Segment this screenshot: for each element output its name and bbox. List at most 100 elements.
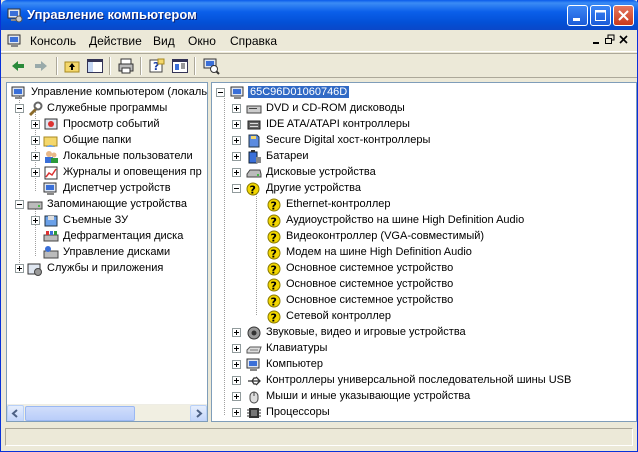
expand-icon[interactable]	[31, 120, 40, 129]
tree-item-system-tools[interactable]: Служебные программы	[9, 101, 207, 117]
shared-folder-icon	[43, 136, 58, 147]
expand-icon[interactable]	[232, 152, 241, 161]
tree-item-event-viewer[interactable]: Просмотр событий	[9, 117, 207, 133]
menu-console[interactable]: Консоль	[30, 34, 76, 48]
device-root[interactable]: 65C96D01060746D	[214, 85, 634, 101]
menu-view[interactable]: Вид	[153, 34, 175, 48]
expand-icon[interactable]	[15, 264, 24, 273]
collapse-icon[interactable]	[216, 88, 225, 97]
menu-help[interactable]: Справка	[230, 34, 277, 48]
tree-item-storage[interactable]: Запоминающие устройства	[9, 197, 207, 213]
back-icon[interactable]	[9, 57, 27, 75]
mdi-restore-icon[interactable]	[604, 34, 616, 46]
mdi-close-icon[interactable]	[618, 34, 630, 46]
expand-icon[interactable]	[31, 168, 40, 177]
tree-item-removable[interactable]: Съемные ЗУ	[9, 213, 207, 229]
expand-icon[interactable]	[232, 360, 241, 369]
device-category-mice[interactable]: Мыши и иные указывающие устройства	[214, 389, 634, 405]
expand-icon[interactable]	[31, 152, 40, 161]
device-category-batteries[interactable]: Батареи	[214, 149, 634, 165]
console-icon[interactable]	[7, 33, 23, 49]
tree-item-label: Служебные программы	[47, 102, 168, 114]
device-category-label: Secure Digital хост-контроллеры	[266, 134, 431, 146]
device-category-label: DVD и CD-ROM дисководы	[266, 102, 405, 114]
menu-action[interactable]: Действие	[89, 34, 142, 48]
tree-item-shared-folders[interactable]: Общие папки	[9, 133, 207, 149]
device-item-system-3[interactable]: ? Основное системное устройство	[214, 293, 634, 309]
show-hide-tree-icon[interactable]	[86, 57, 104, 75]
device-category-computer[interactable]: Компьютер	[214, 357, 634, 373]
tree-item-label: Локальные пользователи	[63, 150, 193, 162]
scan-hardware-icon[interactable]	[202, 57, 220, 75]
expand-icon[interactable]	[232, 136, 241, 145]
device-category-label: Клавиатуры	[266, 342, 328, 354]
expand-icon[interactable]	[31, 216, 40, 225]
device-category-sound[interactable]: Звуковые, видео и игровые устройства	[214, 325, 634, 341]
scroll-thumb[interactable]	[25, 406, 135, 421]
warning-device-icon: ?	[267, 246, 281, 261]
device-item-system-1[interactable]: ? Основное системное устройство	[214, 261, 634, 277]
device-category-label: Дисковые устройства	[266, 166, 376, 178]
scroll-left-button[interactable]	[7, 405, 24, 421]
mouse-icon	[249, 391, 259, 404]
device-category-dvd[interactable]: DVD и CD-ROM дисководы	[214, 101, 634, 117]
device-category-other[interactable]: ? Другие устройства	[214, 181, 634, 197]
device-category-disks[interactable]: Дисковые устройства	[214, 165, 634, 181]
device-category-keyboards[interactable]: Клавиатуры	[214, 341, 634, 357]
collapse-icon[interactable]	[15, 104, 24, 113]
device-item-audio-hd[interactable]: ? Аудиоустройство на шине High Definitio…	[214, 213, 634, 229]
device-item-modem[interactable]: ? Модем на шине High Definition Audio	[214, 245, 634, 261]
mdi-minimize-icon[interactable]	[591, 34, 603, 46]
device-category-usb[interactable]: Контроллеры универсальной последовательн…	[214, 373, 634, 389]
device-item-video[interactable]: ? Видеоконтроллер (VGA-совместимый)	[214, 229, 634, 245]
forward-icon[interactable]	[32, 57, 50, 75]
tree-item-defrag[interactable]: Дефрагментация диска	[9, 229, 207, 245]
collapse-icon[interactable]	[232, 184, 241, 193]
warning-device-icon: ?	[267, 310, 281, 325]
help-icon[interactable]: ?	[148, 57, 166, 75]
properties-icon[interactable]	[171, 57, 189, 75]
tree-item-root[interactable]: Управление компьютером (локаль	[9, 85, 207, 101]
expand-icon[interactable]	[31, 136, 40, 145]
tree-item-local-users[interactable]: Локальные пользователи	[9, 149, 207, 165]
maximize-button[interactable]	[590, 5, 611, 26]
svg-text:?: ?	[271, 264, 277, 277]
tree-item-disk-mgmt[interactable]: Управление дисками	[9, 245, 207, 261]
expand-icon[interactable]	[232, 392, 241, 401]
horizontal-scrollbar[interactable]	[7, 404, 207, 421]
tree-item-device-manager[interactable]: Диспетчер устройств	[9, 181, 207, 197]
device-list-pane[interactable]: 65C96D01060746D DVD и CD-ROM дисководы I…	[211, 82, 637, 422]
device-category-ide[interactable]: IDE ATA/ATAPI контроллеры	[214, 117, 634, 133]
console-tree-pane[interactable]: Управление компьютером (локаль Служебные…	[6, 82, 208, 422]
up-folder-icon[interactable]	[63, 57, 81, 75]
expand-icon[interactable]	[232, 344, 241, 353]
expand-icon[interactable]	[232, 104, 241, 113]
print-icon[interactable]	[117, 57, 135, 75]
device-item-label: Основное системное устройство	[286, 294, 454, 306]
warning-device-icon: ?	[267, 214, 281, 229]
maximize-icon	[595, 10, 606, 21]
toolbar: ?	[1, 53, 637, 78]
expand-icon[interactable]	[232, 328, 241, 337]
tree-item-perf-logs[interactable]: Журналы и оповещения пр	[9, 165, 207, 181]
device-item-ethernet[interactable]: ? Ethernet-контроллер	[214, 197, 634, 213]
tree-item-services[interactable]: Службы и приложения	[9, 261, 207, 277]
expand-icon[interactable]	[232, 376, 241, 385]
expand-icon[interactable]	[232, 120, 241, 129]
close-button[interactable]	[613, 5, 634, 26]
title-bar[interactable]: Управление компьютером	[1, 0, 638, 30]
menu-window[interactable]: Окно	[188, 34, 216, 48]
device-item-label: Видеоконтроллер (VGA-совместимый)	[286, 230, 485, 242]
collapse-icon[interactable]	[15, 200, 24, 209]
window-title: Управление компьютером	[27, 7, 197, 22]
device-item-system-2[interactable]: ? Основное системное устройство	[214, 277, 634, 293]
expand-icon[interactable]	[232, 168, 241, 177]
device-category-sd[interactable]: Secure Digital хост-контроллеры	[214, 133, 634, 149]
keyboard-icon	[246, 346, 262, 354]
device-category-cpus[interactable]: Процессоры	[214, 405, 634, 421]
minimize-button[interactable]	[567, 5, 588, 26]
device-category-label: Мыши и иные указывающие устройства	[266, 390, 471, 402]
scroll-right-button[interactable]	[190, 405, 207, 421]
device-item-network[interactable]: ? Сетевой контроллер	[214, 309, 634, 325]
expand-icon[interactable]	[232, 408, 241, 417]
